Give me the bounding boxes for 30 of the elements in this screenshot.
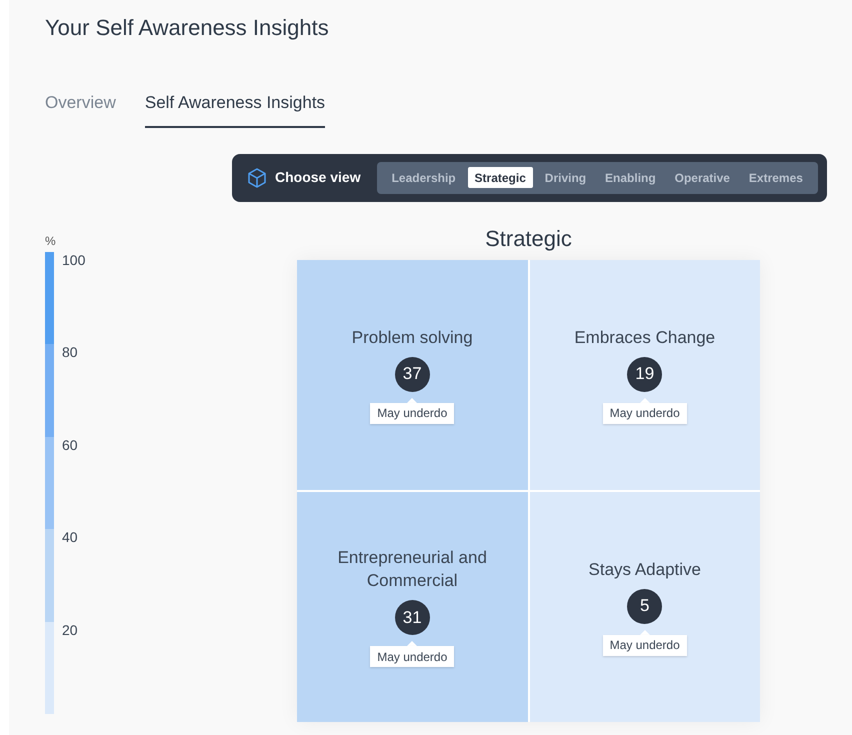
tab[interactable]: Self Awareness Insights [144, 90, 326, 128]
picker-label: Choose view [275, 168, 361, 187]
tag-tooltip: May underdo [602, 634, 687, 656]
score-badge: 31 [394, 600, 430, 635]
cube-icon [248, 168, 266, 188]
view-option[interactable]: Strategic [468, 167, 533, 188]
tab[interactable]: Overview [45, 90, 116, 128]
cell-title: Entrepreneurial and Commercial [336, 547, 488, 592]
view-option[interactable]: Enabling [598, 167, 663, 188]
legend-label: 100 [62, 252, 86, 268]
legend-label: 40 [62, 529, 78, 545]
view-option[interactable]: Extremes [742, 167, 810, 188]
cell-title: Problem solving [352, 326, 473, 348]
cell-title: Embraces Change [574, 326, 716, 348]
legend-label: 20 [62, 622, 78, 638]
legend-label: 80 [62, 344, 78, 360]
score-badge: 37 [394, 356, 430, 392]
view-option[interactable]: Operative [668, 167, 737, 188]
matrix-title: Strategic [484, 226, 573, 252]
view-option[interactable]: Driving [538, 167, 594, 188]
tag-tooltip: May underdo [602, 402, 687, 424]
tag-tooltip: May underdo [370, 646, 454, 667]
unit-label: % [45, 232, 57, 250]
page-title: Your Self Awareness Insights [45, 14, 330, 42]
cell-title: Stays Adaptive [588, 558, 701, 580]
score-badge: 19 [627, 356, 662, 392]
tag-tooltip: May underdo [370, 402, 454, 424]
legend-label: 60 [62, 436, 78, 452]
view-option[interactable]: Leadership [384, 167, 463, 188]
score-badge: 5 [627, 588, 662, 624]
